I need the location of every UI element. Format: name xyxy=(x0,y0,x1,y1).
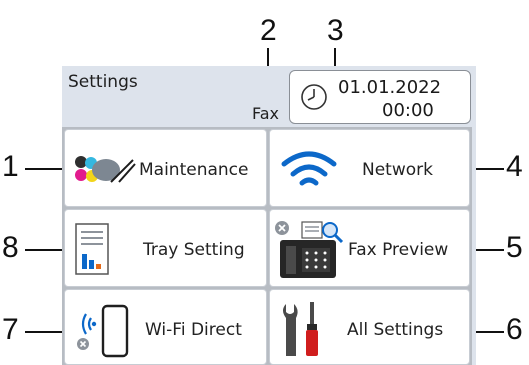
tile-network-label: Network xyxy=(362,160,433,180)
tile-network[interactable]: Network xyxy=(269,129,470,207)
callout-8: 8 xyxy=(2,231,19,264)
tile-all-settings[interactable]: All Settings xyxy=(269,289,470,365)
callout-6: 6 xyxy=(506,313,523,346)
tray-paper-icon xyxy=(74,222,110,280)
fax-mode-indicator: Fax xyxy=(252,104,280,123)
callout-4: 4 xyxy=(506,150,523,183)
callout-1: 1 xyxy=(2,150,19,183)
tile-maintenance-label: Maintenance xyxy=(139,160,249,180)
wifi-signal-icon xyxy=(280,146,338,198)
time-text: 00:00 xyxy=(382,100,434,121)
wifi-direct-icon xyxy=(73,302,133,364)
tools-icon xyxy=(280,300,328,364)
page-title: Settings xyxy=(68,72,138,92)
tile-wifi-direct-label: Wi-Fi Direct xyxy=(145,320,242,340)
callout-8-line xyxy=(25,249,67,251)
tile-wifi-direct[interactable]: Wi-Fi Direct xyxy=(64,289,267,365)
tile-tray-setting[interactable]: Tray Setting xyxy=(64,209,267,287)
date-text: 01.01.2022 xyxy=(338,77,442,98)
tile-all-settings-label: All Settings xyxy=(347,320,444,340)
tile-tray-setting-label: Tray Setting xyxy=(143,240,245,260)
fax-machine-icon xyxy=(272,218,344,284)
callout-3: 3 xyxy=(327,14,344,47)
ink-toner-icon xyxy=(71,154,137,190)
callout-7-line xyxy=(25,331,67,333)
tile-maintenance[interactable]: Maintenance xyxy=(64,129,267,207)
callout-5: 5 xyxy=(506,231,523,264)
tile-fax-preview[interactable]: Fax Preview xyxy=(269,209,470,287)
date-time-button[interactable]: 01.01.2022 00:00 xyxy=(289,70,471,124)
callout-2: 2 xyxy=(260,14,277,47)
tile-fax-preview-label: Fax Preview xyxy=(348,240,449,260)
callout-7: 7 xyxy=(2,313,19,346)
clock-icon xyxy=(300,83,328,115)
callout-1-line xyxy=(25,168,67,170)
